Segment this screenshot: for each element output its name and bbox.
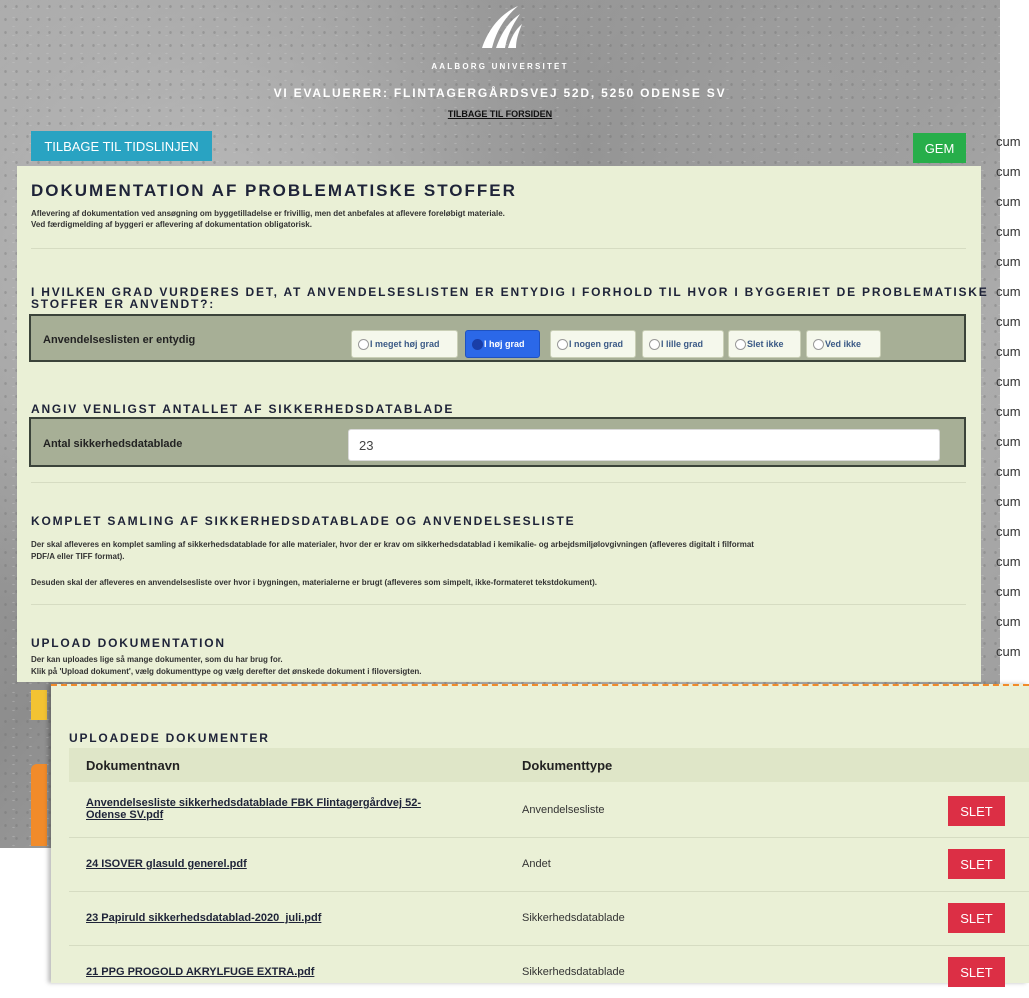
side-text: cum [996, 194, 1021, 209]
side-text: cum [996, 284, 1021, 299]
intro-text: Aflevering af dokumentation ved ansøgnin… [31, 209, 505, 218]
side-text: cum [996, 434, 1021, 449]
collection-title: KOMPLET SAMLING AF SIKKERHEDSDATABLADE O… [31, 514, 576, 528]
side-text: cum [996, 134, 1021, 149]
table-row: 24 ISOVER glasuld generel.pdf Andet SLET [69, 837, 1029, 890]
side-text: cum [996, 644, 1021, 659]
side-text: cum [996, 404, 1021, 419]
collection-text: PDF/A eller TIFF format). [31, 552, 125, 561]
document-type: Sikkerhedsdatablade [522, 912, 625, 924]
collection-text: Der skal afleveres en komplet samling af… [31, 540, 754, 549]
university-name: AALBORG UNIVERSITET [431, 62, 569, 71]
side-text: cum [996, 224, 1021, 239]
radio-icon [735, 339, 746, 350]
back-to-timeline-button[interactable]: TILBAGE TIL TIDSLINJEN [31, 131, 212, 161]
document-type: Sikkerhedsdatablade [522, 966, 625, 978]
count-title: ANGIV VENLIGST ANTALLET AF SIKKERHEDSDAT… [31, 402, 455, 416]
side-text: cum [996, 374, 1021, 389]
option-label: I høj grad [484, 339, 525, 349]
intro-text: Ved færdigmelding af byggeri er afleveri… [31, 220, 312, 229]
back-to-front-link[interactable]: TILBAGE TIL FORSIDEN [0, 109, 1000, 119]
upload-text: Klik på 'Upload dokument', vælg dokument… [31, 667, 422, 676]
radio-icon [557, 339, 568, 350]
divider [31, 604, 966, 605]
side-text: cum [996, 614, 1021, 629]
option-label: Slet ikke [747, 339, 784, 349]
document-type: Anvendelsesliste [522, 804, 605, 816]
option-ved-ikke[interactable]: Ved ikke [806, 330, 881, 358]
option-label: I nogen grad [569, 339, 623, 349]
upload-text: Der kan uploades lige så mange dokumente… [31, 655, 283, 664]
radio-icon [358, 339, 369, 350]
page-title: DOKUMENTATION AF PROBLEMATISKE STOFFER [31, 181, 517, 200]
save-button[interactable]: GEM [913, 133, 966, 163]
question-label: Anvendelseslisten er entydig [43, 334, 196, 346]
option-i-nogen-grad[interactable]: I nogen grad [550, 330, 636, 358]
side-text: cum [996, 584, 1021, 599]
delete-button[interactable]: SLET [948, 796, 1005, 826]
upload-document-button[interactable] [31, 690, 47, 720]
radio-icon [813, 339, 824, 350]
collection-text: Desuden skal der afleveres en anvendelse… [31, 578, 597, 587]
side-text: cum [996, 344, 1021, 359]
option-label: I meget høj grad [370, 339, 440, 349]
document-link[interactable]: 21 PPG PROGOLD AKRYLFUGE EXTRA.pdf [86, 966, 486, 978]
delete-button[interactable]: SLET [948, 957, 1005, 987]
divider [31, 248, 966, 249]
table-row: 21 PPG PROGOLD AKRYLFUGE EXTRA.pdf Sikke… [69, 945, 1029, 998]
option-slet-ikke[interactable]: Slet ikke [728, 330, 801, 358]
option-label: Ved ikke [825, 339, 862, 349]
delete-button[interactable]: SLET [948, 903, 1005, 933]
option-i-meget-hoej-grad[interactable]: I meget høj grad [351, 330, 458, 358]
uploaded-documents-panel: UPLOADEDE DOKUMENTER Dokumentnavn Dokume… [51, 684, 1029, 987]
upload-title: UPLOAD DOKUMENTATION [31, 636, 226, 650]
count-box: Antal sikkerhedsdatablade [29, 417, 966, 467]
side-text: cum [996, 464, 1021, 479]
option-i-lille-grad[interactable]: I lille grad [642, 330, 724, 358]
side-text: cum [996, 494, 1021, 509]
question-title: STOFFER ER ANVENDT?: [31, 297, 216, 311]
side-text: cum [996, 554, 1021, 569]
count-input[interactable] [348, 429, 940, 461]
upload-dropzone-edge [31, 764, 47, 846]
table-row: Anvendelsesliste sikkerhedsdatablade FBK… [69, 785, 1029, 837]
column-header-name: Dokumentnavn [86, 758, 180, 773]
question-box: Anvendelseslisten er entydig I meget høj… [29, 314, 966, 362]
table-row: 23 Papiruld sikkerhedsdatablad-2020_juli… [69, 891, 1029, 944]
divider [31, 482, 966, 483]
document-link[interactable]: 23 Papiruld sikkerhedsdatablad-2020_juli… [86, 912, 486, 924]
side-text: cum [996, 254, 1021, 269]
count-label: Antal sikkerhedsdatablade [43, 438, 183, 450]
uploaded-documents-title: UPLOADEDE DOKUMENTER [69, 731, 270, 745]
table-header: Dokumentnavn Dokumenttype [69, 748, 1029, 782]
document-link[interactable]: 24 ISOVER glasuld generel.pdf [86, 858, 486, 870]
radio-selected-icon [472, 339, 483, 350]
option-label: I lille grad [661, 339, 704, 349]
radio-icon [649, 339, 660, 350]
side-text: cum [996, 524, 1021, 539]
column-header-type: Dokumenttype [522, 758, 613, 773]
side-text: cum [996, 164, 1021, 179]
delete-button[interactable]: SLET [948, 849, 1005, 879]
document-type: Andet [522, 858, 551, 870]
aau-logo-icon [482, 6, 522, 48]
document-link[interactable]: Anvendelsesliste sikkerhedsdatablade FBK… [86, 797, 486, 821]
option-i-hoej-grad[interactable]: I høj grad [465, 330, 540, 358]
evaluating-address: VI EVALUERER: FLINTAGERGÅRDSVEJ 52D, 525… [273, 86, 727, 100]
side-text: cum [996, 314, 1021, 329]
